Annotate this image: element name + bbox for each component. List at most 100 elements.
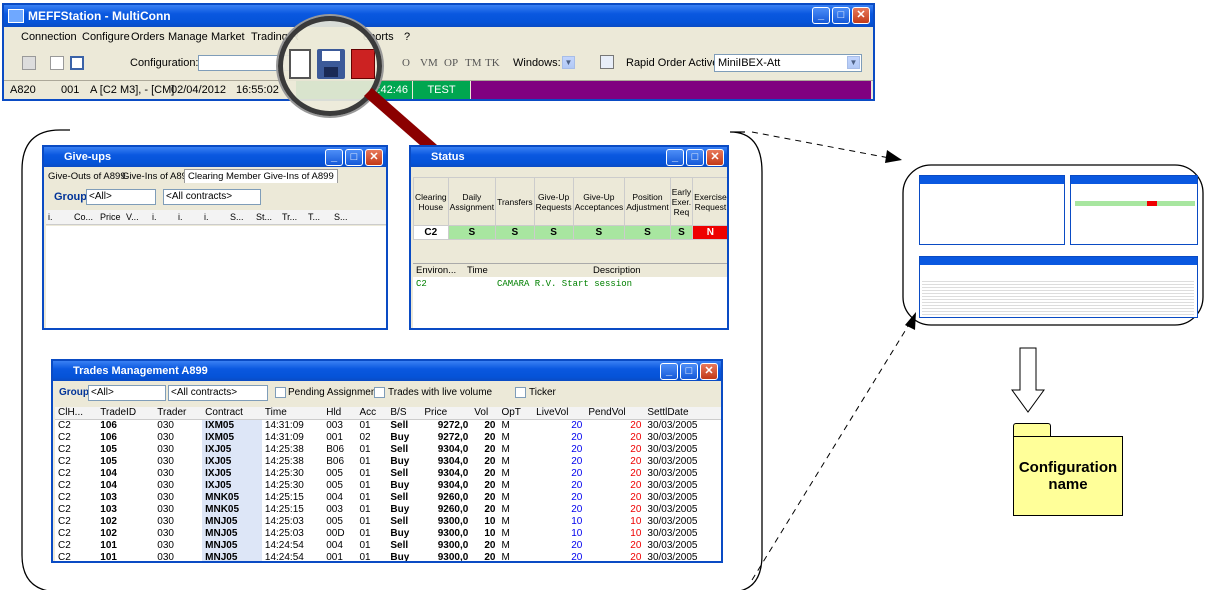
- status-maximize-button[interactable]: □: [686, 149, 704, 166]
- trades-cell: 30/03/2005: [647, 539, 698, 551]
- trades-cell: 30/03/2005: [647, 527, 698, 539]
- giveups-titlebar[interactable]: Give-ups _ □ ✕: [44, 147, 386, 167]
- trades-cell: 20: [630, 503, 642, 515]
- trades-cell: 030: [157, 527, 174, 539]
- trades-cell: 20: [484, 539, 496, 551]
- status-close-button[interactable]: ✕: [706, 149, 724, 166]
- table-row[interactable]: C2 106 030 IXM05 14:31:09 003 01 Sell 9272,0 20 M 2…: [55, 419, 721, 431]
- table-row[interactable]: C2 101 030 MNJ05 14:24:54 001 01 Buy 9300,0 20 M 20…: [55, 551, 721, 563]
- trades-cell: 9260,0: [437, 491, 469, 503]
- live-volume-checkbox[interactable]: [374, 387, 385, 398]
- status-cell-4: S: [572, 225, 626, 240]
- status-titlebar[interactable]: Status _ □ ✕: [411, 147, 727, 167]
- trades-col-2[interactable]: Trader: [154, 407, 203, 420]
- trades-col-0[interactable]: ClH...: [55, 407, 98, 420]
- trades-cell: 30/03/2005: [647, 491, 698, 503]
- trades-col-4[interactable]: Time: [261, 407, 324, 420]
- trades-cell: 030: [157, 467, 174, 479]
- trades-cell: 14:25:38: [264, 443, 304, 455]
- giveups-col-7[interactable]: S...: [230, 212, 244, 222]
- status-minimize-button[interactable]: _: [666, 149, 684, 166]
- trades-cell: C2: [58, 515, 71, 527]
- table-row[interactable]: C2 101 030 MNJ05 14:24:54 004 01 Sell 9300,0 20 M 2…: [55, 539, 721, 551]
- mini-trades-window: [919, 256, 1198, 318]
- trades-cell: M: [501, 527, 510, 539]
- trades-cell: 030: [157, 431, 174, 443]
- giveups-maximize-button[interactable]: □: [345, 149, 363, 166]
- trades-cell: Sell: [390, 491, 409, 503]
- trades-minimize-button[interactable]: _: [660, 363, 678, 380]
- tab-give-outs[interactable]: Give-Outs of A899: [48, 171, 126, 182]
- pending-checkbox[interactable]: [275, 387, 286, 398]
- giveups-col-9[interactable]: Tr...: [282, 212, 297, 222]
- trades-close-button[interactable]: ✕: [700, 363, 718, 380]
- trades-cell: 20: [484, 551, 496, 563]
- status-cell-6: S: [669, 225, 694, 240]
- table-row[interactable]: C2 106 030 IXM05 14:31:09 001 02 Buy 9272,0 20 M 20…: [55, 431, 721, 443]
- trades-col-3[interactable]: Contract: [202, 407, 262, 420]
- status-value-row: C2SSSSSSNSSSS: [413, 225, 727, 240]
- trades-cell: 10: [571, 527, 583, 539]
- giveups-col-8[interactable]: St...: [256, 212, 272, 222]
- table-row[interactable]: C2 105 030 IXJ05 14:25:38 B06 01 Sell 9304,0 20 M 2…: [55, 443, 721, 455]
- arrow-head-bottom: [905, 312, 916, 330]
- trades-cell: M: [501, 479, 510, 491]
- trades-col-8[interactable]: Price: [421, 407, 472, 420]
- giveups-close-button[interactable]: ✕: [365, 149, 383, 166]
- trades-cell: IXJ05: [202, 443, 262, 455]
- trades-col-1[interactable]: TradeID: [97, 407, 155, 420]
- trades-cell: MNJ05: [202, 515, 262, 527]
- config-folder: Configuration name: [1013, 436, 1123, 516]
- trades-cell: B06: [326, 455, 345, 467]
- trades-cell: 9304,0: [437, 479, 469, 491]
- giveups-col-0[interactable]: i.: [48, 212, 53, 222]
- giveups-col-6[interactable]: i.: [204, 212, 209, 222]
- table-row[interactable]: C2 103 030 MNK05 14:25:15 004 01 Sell 9260,0 20 M 2…: [55, 491, 721, 503]
- trades-col-13[interactable]: SettlDate: [644, 407, 721, 420]
- giveups-col-1[interactable]: Co...: [74, 212, 93, 222]
- status-log-header: Environ... Time Description: [413, 264, 727, 277]
- table-row[interactable]: C2 105 030 IXJ05 14:25:38 B06 01 Buy 9304,0 20 M 20…: [55, 455, 721, 467]
- table-row[interactable]: C2 103 030 MNK05 14:25:15 003 01 Buy 9260,0 20 M 20…: [55, 503, 721, 515]
- trades-col-6[interactable]: Acc: [356, 407, 388, 420]
- trades-titlebar[interactable]: Trades Management A899 _ □ ✕: [53, 361, 721, 381]
- trades-cell: M: [501, 431, 510, 443]
- trades-cell: 01: [359, 503, 371, 515]
- table-row[interactable]: C2 104 030 IXJ05 14:25:30 005 01 Buy 9304,0 20 M 20…: [55, 479, 721, 491]
- trades-col-11[interactable]: LiveVol: [533, 407, 586, 420]
- status-cell-3: S: [533, 225, 574, 240]
- giveups-contracts-select[interactable]: <All contracts>: [163, 189, 261, 205]
- giveups-group-select[interactable]: <All>: [86, 189, 156, 205]
- table-row[interactable]: C2 102 030 MNJ05 14:25:03 005 01 Sell 9300,0 10 M 1…: [55, 515, 721, 527]
- trades-contracts-select[interactable]: <All contracts>: [168, 385, 268, 401]
- trades-cell: 9272,0: [437, 419, 469, 431]
- trades-col-9[interactable]: Vol: [471, 407, 499, 420]
- giveups-contracts-value: <All contracts>: [166, 191, 233, 202]
- trades-group-select[interactable]: <All>: [88, 385, 166, 401]
- tab-cm-give-ins[interactable]: Clearing Member Give-Ins of A899: [184, 169, 338, 183]
- giveups-col-10[interactable]: T...: [308, 212, 320, 222]
- giveups-col-11[interactable]: S...: [334, 212, 348, 222]
- giveups-col-5[interactable]: i.: [178, 212, 183, 222]
- tab-give-ins[interactable]: Give-Ins of A899: [122, 171, 192, 182]
- giveups-col-3[interactable]: V...: [126, 212, 139, 222]
- table-row[interactable]: C2 104 030 IXJ05 14:25:30 005 01 Sell 9304,0 20 M 2…: [55, 467, 721, 479]
- trades-col-7[interactable]: B/S: [387, 407, 422, 420]
- trades-col-5[interactable]: Hld: [323, 407, 357, 420]
- trades-cell: 106: [100, 419, 117, 431]
- trades-filter: Group <All> <All contracts> Pending Assi…: [55, 382, 721, 404]
- trades-col-12[interactable]: PendVol: [585, 407, 645, 420]
- table-row[interactable]: C2 102 030 MNJ05 14:25:03 00D 01 Buy 9300,0 10 M 10…: [55, 527, 721, 539]
- giveups-minimize-button[interactable]: _: [325, 149, 343, 166]
- trades-cell: 20: [571, 419, 583, 431]
- trades-cell: 004: [326, 539, 343, 551]
- ticker-checkbox[interactable]: [515, 387, 526, 398]
- trades-cell: 030: [157, 551, 174, 563]
- trades-cell: 9300,0: [437, 551, 469, 563]
- trades-cell: 01: [359, 515, 371, 527]
- giveups-col-4[interactable]: i.: [152, 212, 157, 222]
- giveups-col-2[interactable]: Price: [100, 212, 121, 222]
- trades-col-10[interactable]: OpT: [498, 407, 534, 420]
- trades-maximize-button[interactable]: □: [680, 363, 698, 380]
- status-col-7: Exercise Request: [692, 177, 727, 226]
